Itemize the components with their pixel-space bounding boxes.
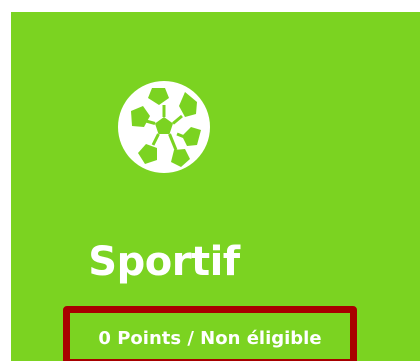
card-title: Sportif bbox=[88, 239, 240, 285]
soccer-ball-icon bbox=[115, 78, 213, 176]
page: Sportif 0 Points / Non éligible bbox=[0, 0, 420, 361]
status-highlight-box: 0 Points / Non éligible bbox=[63, 306, 357, 361]
points-eligibility-status: 0 Points / Non éligible bbox=[98, 328, 322, 349]
category-card-sportif[interactable]: Sportif 0 Points / Non éligible bbox=[11, 12, 420, 361]
